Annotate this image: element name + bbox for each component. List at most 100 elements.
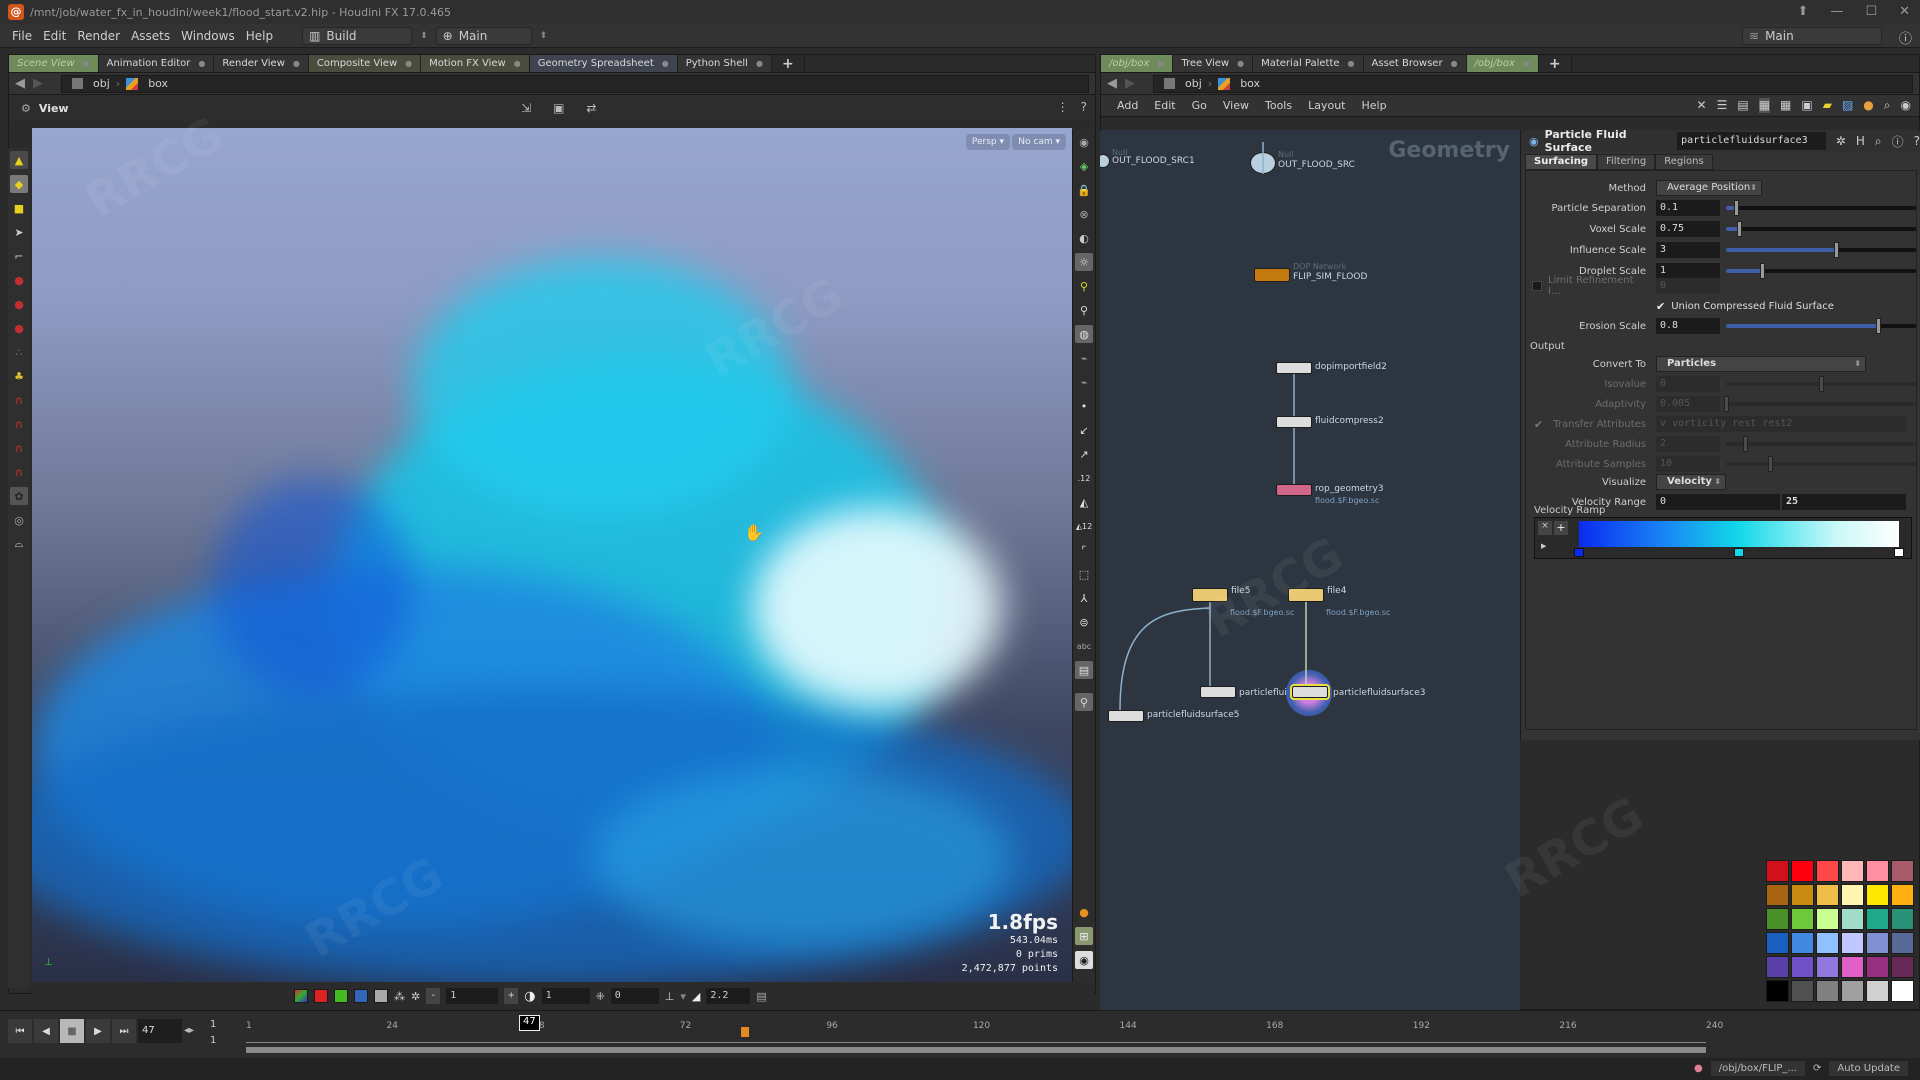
hide-icon[interactable]: ⊗ — [1075, 205, 1093, 223]
expand-ramp-icon[interactable]: ▶ — [1541, 542, 1546, 550]
pivot-icon[interactable]: ∴ — [10, 343, 28, 361]
tab-menu-icon[interactable]: ● — [293, 59, 300, 68]
path-obj[interactable]: obj — [93, 77, 110, 90]
palette-swatch[interactable] — [1866, 956, 1889, 978]
tab-menu-icon[interactable]: ● — [83, 59, 90, 68]
shadow-icon[interactable]: ⚲ — [1075, 301, 1093, 319]
node-rop-geometry3[interactable] — [1276, 484, 1312, 496]
palette-swatch[interactable] — [1891, 884, 1914, 906]
render-icon[interactable]: ◎ — [10, 511, 28, 529]
3d-viewport[interactable]: Persp ▾ No cam ▾ ✋ ⊥ 1.8fps 543.04ms 0 p… — [32, 128, 1072, 982]
offset-field[interactable]: 0 — [610, 988, 659, 1004]
background-icon[interactable]: ⊜ — [1075, 613, 1093, 631]
menu-windows[interactable]: Windows — [181, 29, 235, 43]
method-menu[interactable]: Average Position ⬍ — [1656, 180, 1762, 196]
select-arrow-icon[interactable]: ➤ — [10, 223, 28, 241]
slider-handle[interactable] — [1876, 318, 1881, 334]
tab-asset-browser[interactable]: Asset Browser ● — [1363, 55, 1467, 72]
playback-range-bar[interactable] — [246, 1047, 1706, 1053]
velocity-range-min[interactable]: 0 — [1656, 494, 1780, 510]
slider-handle[interactable] — [1733, 200, 1739, 216]
add-key-icon[interactable]: + — [1554, 521, 1568, 535]
blue-channel-icon[interactable] — [354, 989, 368, 1003]
tab-composite-view[interactable]: Composite View ● — [308, 55, 422, 72]
pose-icon[interactable]: ♣ — [10, 367, 28, 385]
tab-animation-editor[interactable]: Animation Editor ● — [98, 55, 215, 72]
viewport-layout-icon[interactable]: ⊞ — [1075, 927, 1093, 945]
node-particlefluidsurface-other[interactable] — [1200, 686, 1236, 698]
path-obj[interactable]: obj — [1185, 77, 1202, 90]
red-channel-icon[interactable] — [314, 989, 328, 1003]
palette-swatch[interactable] — [1766, 860, 1789, 882]
headlight-icon[interactable]: ☼ — [1075, 253, 1093, 271]
help-icon[interactable]: ? — [1914, 134, 1920, 148]
palette-swatch[interactable] — [1866, 980, 1889, 1002]
palette-swatch[interactable] — [1891, 860, 1914, 882]
palette-swatch[interactable] — [1791, 884, 1814, 906]
menu-render[interactable]: Render — [77, 29, 120, 43]
palette-swatch[interactable] — [1841, 956, 1864, 978]
param-field[interactable]: 0.75 — [1656, 221, 1720, 237]
runtime-spinner-icon[interactable]: ⬍ — [540, 31, 548, 41]
lighting-icon[interactable]: ◐ — [1075, 229, 1093, 247]
hda-icon[interactable]: H — [1856, 134, 1865, 148]
camera-menu[interactable]: Persp ▾ — [965, 134, 1010, 150]
runtime-select[interactable]: ⊕ Main — [435, 26, 532, 45]
tab-menu-icon[interactable]: ● — [756, 59, 763, 68]
net-menu-go[interactable]: Go — [1192, 99, 1207, 112]
step-back-button[interactable]: ◀ — [34, 1019, 58, 1043]
light-icon[interactable]: ⚲ — [1075, 277, 1093, 295]
snap-grid-icon[interactable]: ∩ — [10, 391, 28, 409]
param-slider[interactable] — [1726, 242, 1916, 258]
start-frame-field[interactable]: 1 — [210, 1019, 216, 1030]
stop-button[interactable]: ■ — [60, 1019, 84, 1043]
warning-icon[interactable]: ● — [1075, 903, 1093, 921]
node-particlefluidsurface3[interactable] — [1290, 684, 1330, 700]
vector-display-icon[interactable]: ↗ — [1075, 445, 1093, 463]
net-menu-layout[interactable]: Layout — [1308, 99, 1345, 112]
gamma-field[interactable]: 2.2 — [706, 988, 751, 1004]
ghost-icon[interactable]: ◉ — [1075, 133, 1093, 151]
palette-swatch[interactable] — [1766, 884, 1789, 906]
palette-swatch[interactable] — [1866, 884, 1889, 906]
palette-swatch[interactable] — [1791, 956, 1814, 978]
palette-swatch[interactable] — [1891, 956, 1914, 978]
palette-swatch[interactable] — [1816, 908, 1839, 930]
template-icon[interactable]: ◈ — [1075, 157, 1093, 175]
rgb-channel-icon[interactable] — [294, 989, 308, 1003]
tile-view-icon[interactable]: ▦ — [1780, 98, 1791, 113]
display-options-icon[interactable]: ⋮ — [1057, 100, 1069, 114]
handle-icon[interactable]: ⌐ — [10, 247, 28, 265]
point-display-icon[interactable]: • — [1075, 397, 1093, 415]
increment-button[interactable]: + — [504, 988, 519, 1004]
palette-swatch[interactable] — [1816, 980, 1839, 1002]
tab-geometry-spreadsheet[interactable]: Geometry Spreadsheet ● — [529, 55, 678, 72]
snapshot-icon[interactable]: ▤ — [756, 990, 766, 1003]
velocity-ramp[interactable]: × + ▶ — [1534, 517, 1912, 559]
path-box[interactable]: box — [1240, 77, 1260, 90]
backface-icon[interactable]: ⌁ — [1075, 373, 1093, 391]
gear-icon[interactable]: ✲ — [1836, 134, 1846, 148]
tab-python-shell[interactable]: Python Shell ● — [677, 55, 772, 72]
tab-scene-view[interactable]: Scene View ● — [9, 55, 99, 72]
lights-icon[interactable]: ⌓ — [10, 535, 28, 553]
ortho-grid-icon[interactable]: ⌜ — [1075, 541, 1093, 559]
erosion-slider[interactable] — [1726, 318, 1916, 334]
tab-network-obj-box[interactable]: /obj/box ● — [1101, 55, 1174, 72]
palette-swatch[interactable] — [1841, 980, 1864, 1002]
rotate-icon[interactable]: ● — [10, 295, 28, 313]
timeline-ruler[interactable]: 12448729612014416819221624047 — [246, 1015, 1723, 1043]
image-icon[interactable]: ▨ — [1842, 98, 1853, 113]
maximize-icon[interactable]: ☐ — [1865, 4, 1877, 19]
tab-surfacing[interactable]: Surfacing — [1525, 154, 1597, 170]
tab-motion-fx-view[interactable]: Motion FX View ● — [421, 55, 530, 72]
param-slider[interactable] — [1726, 221, 1916, 237]
lock-icon[interactable]: 🔒 — [1075, 181, 1093, 199]
current-frame-marker[interactable]: 47 — [519, 1015, 540, 1031]
tree-icon[interactable]: ☰ — [1717, 98, 1728, 113]
current-frame-field[interactable]: 47 — [138, 1019, 182, 1043]
palette-swatch[interactable] — [1791, 908, 1814, 930]
palette-swatch[interactable] — [1766, 956, 1789, 978]
palette-swatch[interactable] — [1791, 932, 1814, 954]
select-objects-icon[interactable]: ■ — [10, 199, 28, 217]
